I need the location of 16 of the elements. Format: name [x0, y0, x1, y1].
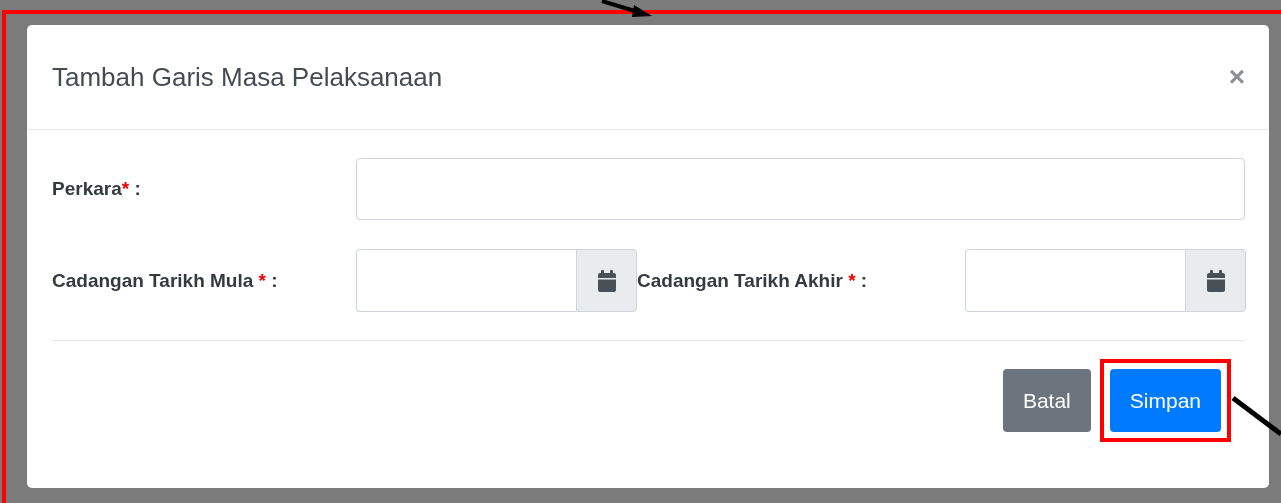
field-label: Cadangan Tarikh Mula * : — [52, 269, 278, 291]
text-field[interactable] — [356, 158, 1245, 220]
annotation-arrow — [601, 0, 652, 17]
calendar-icon — [597, 269, 616, 292]
calendar-button[interactable] — [1185, 249, 1246, 312]
cancel-button[interactable]: Batal — [1002, 369, 1091, 432]
field-label: Perkara* : — [52, 178, 141, 199]
annotation-line — [1231, 396, 1281, 436]
save-button[interactable]: Simpan — [1109, 369, 1221, 432]
field-label: Cadangan Tarikh Akhir * : — [637, 269, 868, 291]
date-field[interactable] — [356, 249, 576, 312]
calendar-icon — [1206, 269, 1225, 292]
calendar-button[interactable] — [576, 249, 637, 312]
date-field[interactable] — [965, 249, 1185, 312]
dialog-title: Tambah Garis Masa Pelaksanaan — [52, 61, 443, 93]
close-button[interactable]: × — [1228, 63, 1245, 91]
